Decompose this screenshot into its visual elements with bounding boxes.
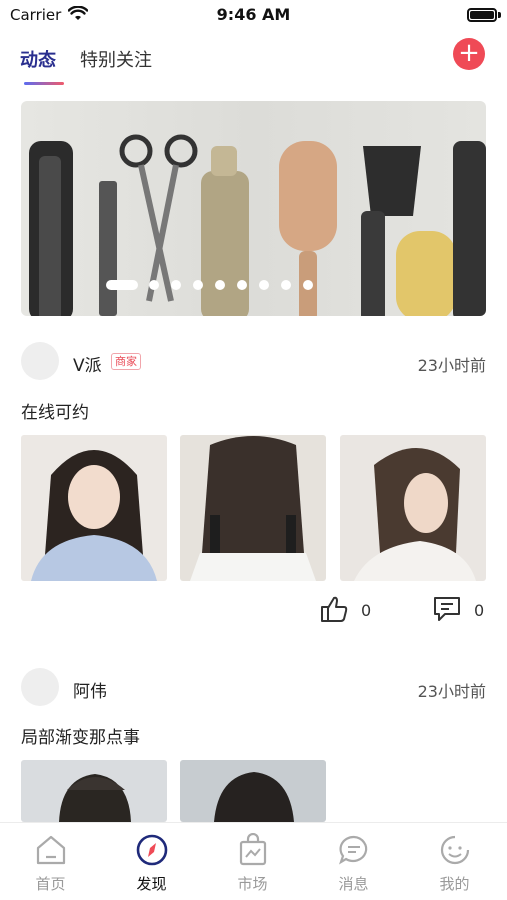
carousel-dot[interactable] — [281, 280, 291, 290]
nav-market-label: 市场 — [237, 875, 268, 893]
comment-icon[interactable] — [433, 596, 461, 622]
username[interactable]: 阿伟 — [73, 677, 107, 702]
post-time: 23小时前 — [417, 356, 486, 375]
like-icon[interactable] — [319, 594, 349, 624]
nav-home[interactable]: 首页 — [0, 823, 101, 900]
post-photo[interactable] — [21, 760, 167, 822]
carousel-dot-active[interactable] — [106, 280, 138, 290]
post-card[interactable]: 阿伟 23小时前 局部渐变那点事 — [21, 668, 486, 822]
post-card[interactable]: V派 商家 23小时前 在线可约 0 0 — [21, 342, 486, 632]
merchant-badge: 商家 — [111, 353, 141, 370]
tab-active-indicator — [24, 82, 64, 85]
battery-icon — [467, 8, 497, 22]
compass-icon — [136, 834, 168, 866]
carousel-dot[interactable] — [215, 280, 225, 290]
nav-messages-label: 消息 — [338, 875, 369, 893]
like-count: 0 — [361, 601, 372, 620]
avatar[interactable] — [21, 342, 59, 380]
add-post-button[interactable]: + — [453, 38, 485, 70]
nav-mine[interactable]: 我的 — [404, 823, 505, 900]
hair-tools-image — [29, 134, 486, 316]
nav-discover[interactable]: 发现 — [101, 823, 202, 900]
battery-tip — [498, 12, 501, 18]
carousel-dot[interactable] — [149, 280, 159, 290]
carousel-dot[interactable] — [237, 280, 247, 290]
avatar[interactable] — [21, 668, 59, 706]
carousel-dot[interactable] — [193, 280, 203, 290]
nav-messages[interactable]: 消息 — [303, 823, 404, 900]
post-photo[interactable] — [340, 435, 486, 581]
post-photo[interactable] — [21, 435, 167, 581]
post-time: 23小时前 — [417, 682, 486, 701]
carousel-dot[interactable] — [259, 280, 269, 290]
post-text: 在线可约 — [21, 403, 89, 423]
post-photo[interactable] — [180, 760, 326, 822]
nav-mine-label: 我的 — [439, 875, 470, 893]
shopping-bag-icon — [239, 833, 267, 866]
nav-market[interactable]: 市场 — [202, 823, 303, 900]
username[interactable]: V派 — [73, 351, 102, 376]
comment-count: 0 — [474, 601, 485, 620]
banner-carousel[interactable] — [21, 101, 486, 316]
nav-discover-label: 发现 — [136, 875, 167, 893]
nav-home-label: 首页 — [35, 875, 66, 893]
tab-special-follow[interactable]: 特别关注 — [80, 46, 152, 72]
smiley-icon — [440, 835, 470, 865]
post-photo[interactable] — [180, 435, 326, 581]
carousel-dot[interactable] — [171, 280, 181, 290]
chat-bubble-icon — [339, 835, 368, 865]
bottom-nav: 首页 发现 市场 消息 我的 — [0, 822, 507, 900]
carousel-dot[interactable] — [303, 280, 313, 290]
tab-dynamics[interactable]: 动态 — [20, 46, 56, 72]
home-icon — [36, 835, 66, 865]
status-time: 9:46 AM — [216, 5, 291, 24]
post-text: 局部渐变那点事 — [21, 728, 140, 748]
status-bar: Carrier 9:46 AM — [0, 0, 507, 32]
